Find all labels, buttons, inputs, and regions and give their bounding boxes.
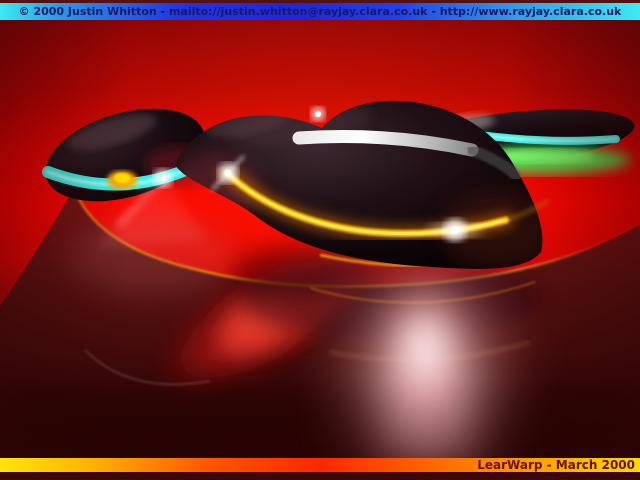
- vignette: [0, 20, 640, 458]
- bottom-border-strip: [0, 472, 640, 480]
- artwork-window: © 2000 Justin Whitton - mailto://justin.…: [0, 0, 640, 480]
- credit-text: LearWarp - March 2000: [477, 458, 635, 472]
- title-bar: © 2000 Justin Whitton - mailto://justin.…: [0, 3, 640, 20]
- credit-bar: LearWarp - March 2000: [0, 458, 640, 472]
- render-scene: [0, 20, 640, 458]
- copyright-url-text: © 2000 Justin Whitton - mailto://justin.…: [19, 5, 622, 18]
